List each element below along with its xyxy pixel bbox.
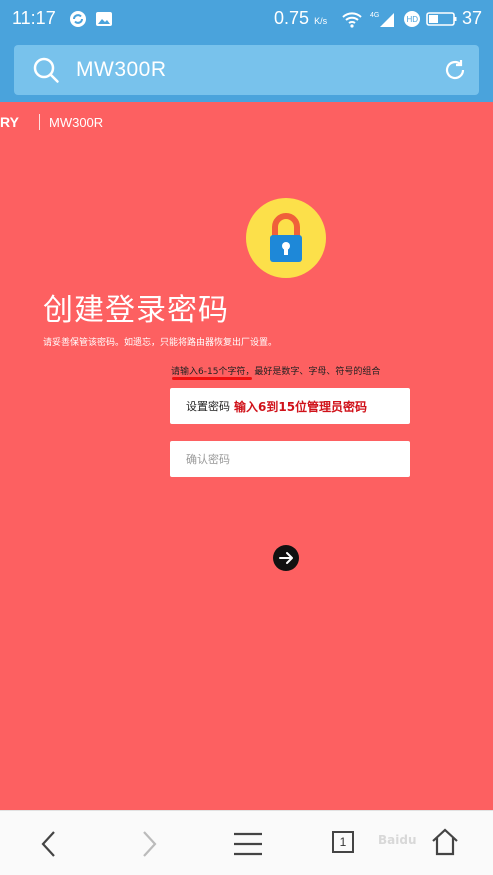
tabs-button[interactable]: 1: [332, 831, 354, 853]
back-icon[interactable]: [38, 829, 60, 859]
status-time: 11:17: [12, 8, 56, 28]
wifi-icon: [342, 12, 362, 28]
lock-icon: [270, 213, 302, 262]
network-speed: 0.75 K/s: [274, 8, 328, 28]
forward-icon[interactable]: [138, 829, 160, 859]
set-password-field[interactable]: 设置密码 输入6到15位管理员密码: [170, 388, 410, 424]
brand-divider: [39, 114, 40, 130]
battery-level: 37: [462, 8, 483, 28]
signal-icon: 4G: [370, 12, 394, 27]
browser-toolbar: 1 Baidu: [0, 810, 493, 875]
home-icon[interactable]: [430, 827, 460, 857]
sync-icon: [70, 11, 86, 27]
password-tip: 请妥善保管该密码。如遗忘，只能将路由器恢复出厂设置。: [43, 338, 278, 348]
confirm-password-field[interactable]: 确认密码: [170, 441, 410, 477]
network-unit: K/s: [314, 16, 328, 26]
svg-text:4G: 4G: [370, 12, 379, 19]
status-bar: 11:17 0.75 K/s 4G HD 37: [0, 0, 493, 40]
baidu-watermark: Baidu: [378, 833, 417, 847]
confirm-password-placeholder: 确认密码: [186, 453, 230, 466]
next-button[interactable]: [273, 545, 299, 571]
arrow-right-icon: [279, 552, 293, 564]
image-icon: [96, 12, 112, 26]
hd-icon: HD: [404, 11, 420, 27]
router-login-page: RY MW300R 创建登录密码 请妥善保管该密码。如遗忘，只能将路由器恢复出厂…: [0, 102, 493, 810]
url-field[interactable]: MW300R: [14, 45, 479, 95]
battery-icon: [426, 12, 457, 26]
password-annotation: 输入6到15位管理员密码: [234, 400, 368, 414]
url-text[interactable]: MW300R: [76, 58, 167, 82]
search-icon[interactable]: [32, 56, 60, 84]
set-password-placeholder: 设置密码: [186, 400, 230, 413]
brand-logo: RY: [0, 114, 19, 130]
menu-icon[interactable]: [233, 831, 263, 857]
page-title: 创建登录密码: [43, 293, 229, 328]
password-hint: 请输入6-15个字符，最好是数字、字母、符号的组合: [171, 367, 381, 377]
router-model: MW300R: [49, 115, 104, 130]
address-bar: MW300R: [0, 40, 493, 102]
lock-badge: [246, 198, 326, 278]
hint-underline: [172, 377, 252, 380]
svg-text:HD: HD: [407, 15, 419, 24]
refresh-icon[interactable]: [443, 58, 467, 82]
